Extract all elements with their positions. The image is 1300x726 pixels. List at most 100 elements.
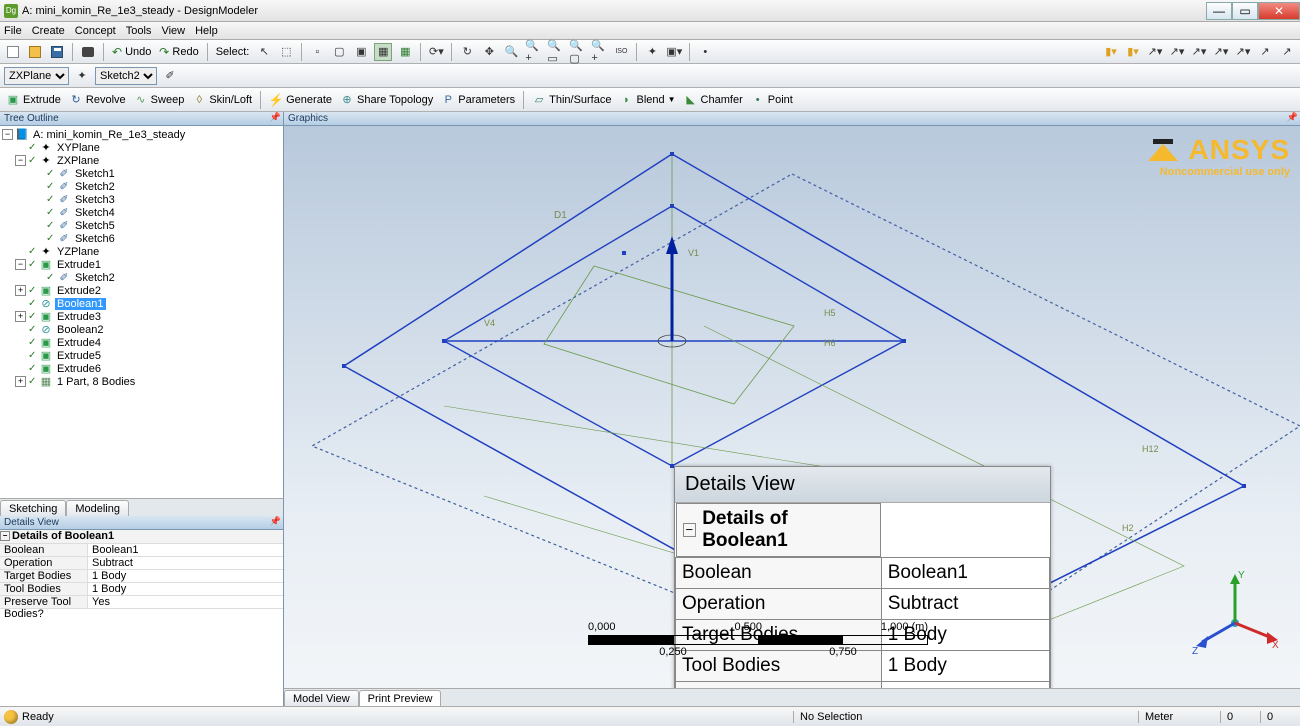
filter-face[interactable]: ▣ [352,43,370,61]
tab-sketching[interactable]: Sketching [0,500,66,516]
menu-concept[interactable]: Concept [75,25,116,37]
revolve-button[interactable]: ↻Revolve [69,93,126,107]
detail-value[interactable]: Yes [88,596,283,608]
toggle-icon[interactable]: + [15,311,26,322]
toggle-icon[interactable]: − [15,155,26,166]
blend-button[interactable]: ◗Blend▼ [619,93,675,107]
menu-view[interactable]: View [161,25,185,37]
pin-icon[interactable]: 📌 [270,112,281,123]
view-pt3[interactable]: ↗▾ [1190,43,1208,61]
view-pt2[interactable]: ↗▾ [1168,43,1186,61]
menu-create[interactable]: Create [32,25,65,37]
pin-icon[interactable]: 📌 [1287,112,1298,123]
view-pt6[interactable]: ↗ [1256,43,1274,61]
pan-button[interactable]: ✥ [480,43,498,61]
view-pt5[interactable]: ↗▾ [1234,43,1252,61]
filter-edge[interactable]: ▢ [330,43,348,61]
view-shade1[interactable]: ▮▾ [1102,43,1120,61]
zoom-entity-button[interactable]: 🔍▢ [568,43,586,61]
tree-item[interactable]: Extrude5 [55,350,103,362]
iso-button[interactable]: ISO [612,43,630,61]
detail-value[interactable]: Subtract [88,557,283,569]
zoom-button[interactable]: 🔍 [502,43,520,61]
view-pt4[interactable]: ↗▾ [1212,43,1230,61]
tree-item[interactable]: YZPlane [55,246,101,258]
toggle-icon[interactable]: + [15,285,26,296]
tree-root[interactable]: A: mini_komin_Re_1e3_steady [31,129,187,141]
params-button[interactable]: PParameters [441,93,515,107]
select-cursor[interactable]: ↖ [255,43,273,61]
plane-selector[interactable]: ZXPlane [4,67,69,85]
zoom-box-button[interactable]: 🔍+ [524,43,542,61]
detail-value[interactable]: 1 Body [88,570,283,582]
tree-item[interactable]: Sketch3 [73,194,117,206]
tree-item[interactable]: Sketch6 [73,233,117,245]
tree-item[interactable]: Sketch2 [73,181,117,193]
thin-button[interactable]: ▱Thin/Surface [532,93,611,107]
tree-item-selected[interactable]: Boolean1 [55,298,106,310]
tree-item[interactable]: Extrude6 [55,363,103,375]
select-rect[interactable]: ⬚ [277,43,295,61]
menu-tools[interactable]: Tools [126,25,152,37]
new-button[interactable] [4,43,22,61]
tree-outline[interactable]: −📘A: mini_komin_Re_1e3_steady ✓✦XYPlane … [0,126,283,498]
pin-icon[interactable]: 📌 [270,516,281,527]
screenshot-button[interactable] [79,43,97,61]
generate-button[interactable]: ⚡Generate [269,93,332,107]
graphics-viewport[interactable]: D1 V4 H6 V1 H5 H12 H2 H13 ANSYS Noncomme… [284,126,1300,688]
close-button[interactable]: ✕ [1258,2,1300,20]
lookat-button[interactable]: 🔍+ [590,43,608,61]
view-shade2[interactable]: ▮▾ [1124,43,1142,61]
tree-item[interactable]: Extrude2 [55,285,103,297]
ruler-button[interactable]: • [696,43,714,61]
zoom-fit-button[interactable]: 🔍▭ [546,43,564,61]
tab-modeling[interactable]: Modeling [66,500,129,516]
tree-item[interactable]: 1 Part, 8 Bodies [55,376,137,388]
details-group-header[interactable]: Details of Boolean1 [12,530,114,543]
chamfer-button[interactable]: ◣Chamfer [684,93,743,107]
sketch-selector[interactable]: Sketch2 [95,67,157,85]
orbit-button[interactable]: ⟳▾ [427,43,445,61]
tree-item[interactable]: XYPlane [55,142,102,154]
tab-model-view[interactable]: Model View [284,690,359,706]
tree-item[interactable]: Extrude4 [55,337,103,349]
toggle-icon[interactable]: − [2,129,13,140]
toggle-icon[interactable]: + [15,376,26,387]
view-pt1[interactable]: ↗▾ [1146,43,1164,61]
tree-item[interactable]: Extrude3 [55,311,103,323]
tree-item[interactable]: ZXPlane [55,155,101,167]
triad[interactable]: Y X Z [1190,568,1280,658]
undo-button[interactable]: ↶Undo [112,45,151,59]
plane-arrow-button[interactable]: ✦ [73,67,91,85]
details-grid[interactable]: −Details of Boolean1 BooleanBoolean1 Ope… [0,530,283,706]
sketch-arrow-button[interactable]: ✐ [161,67,179,85]
view-pt7[interactable]: ↗ [1278,43,1296,61]
detail-value[interactable]: 1 Body [88,583,283,595]
share-button[interactable]: ⊕Share Topology [340,93,433,107]
tree-item[interactable]: Boolean2 [55,324,106,336]
tree-item[interactable]: Extrude1 [55,259,103,271]
tree-item[interactable]: Sketch5 [73,220,117,232]
save-button[interactable] [48,43,66,61]
extrude-button[interactable]: ▣Extrude [6,93,61,107]
toggle-icon[interactable]: − [15,259,26,270]
menu-file[interactable]: File [4,25,22,37]
tree-item[interactable]: Sketch4 [73,207,117,219]
minimize-button[interactable]: — [1206,2,1232,20]
menu-help[interactable]: Help [195,25,218,37]
display-plane[interactable]: ✦ [643,43,661,61]
sweep-button[interactable]: ∿Sweep [134,93,185,107]
tab-print-preview[interactable]: Print Preview [359,690,442,706]
filter-part[interactable]: ▦ [396,43,414,61]
tree-item[interactable]: Sketch2 [73,272,117,284]
rotate-button[interactable]: ↻ [458,43,476,61]
filter-body[interactable]: ▦ [374,43,392,61]
point-button[interactable]: •Point [751,93,793,107]
skin-button[interactable]: ◊Skin/Loft [192,93,252,107]
maximize-button[interactable]: ▭ [1232,2,1258,20]
redo-button[interactable]: ↶Redo [159,45,198,59]
filter-vertex[interactable]: ▫ [308,43,326,61]
open-button[interactable] [26,43,44,61]
display-model[interactable]: ▣▾ [665,43,683,61]
detail-value[interactable]: Boolean1 [88,544,283,556]
